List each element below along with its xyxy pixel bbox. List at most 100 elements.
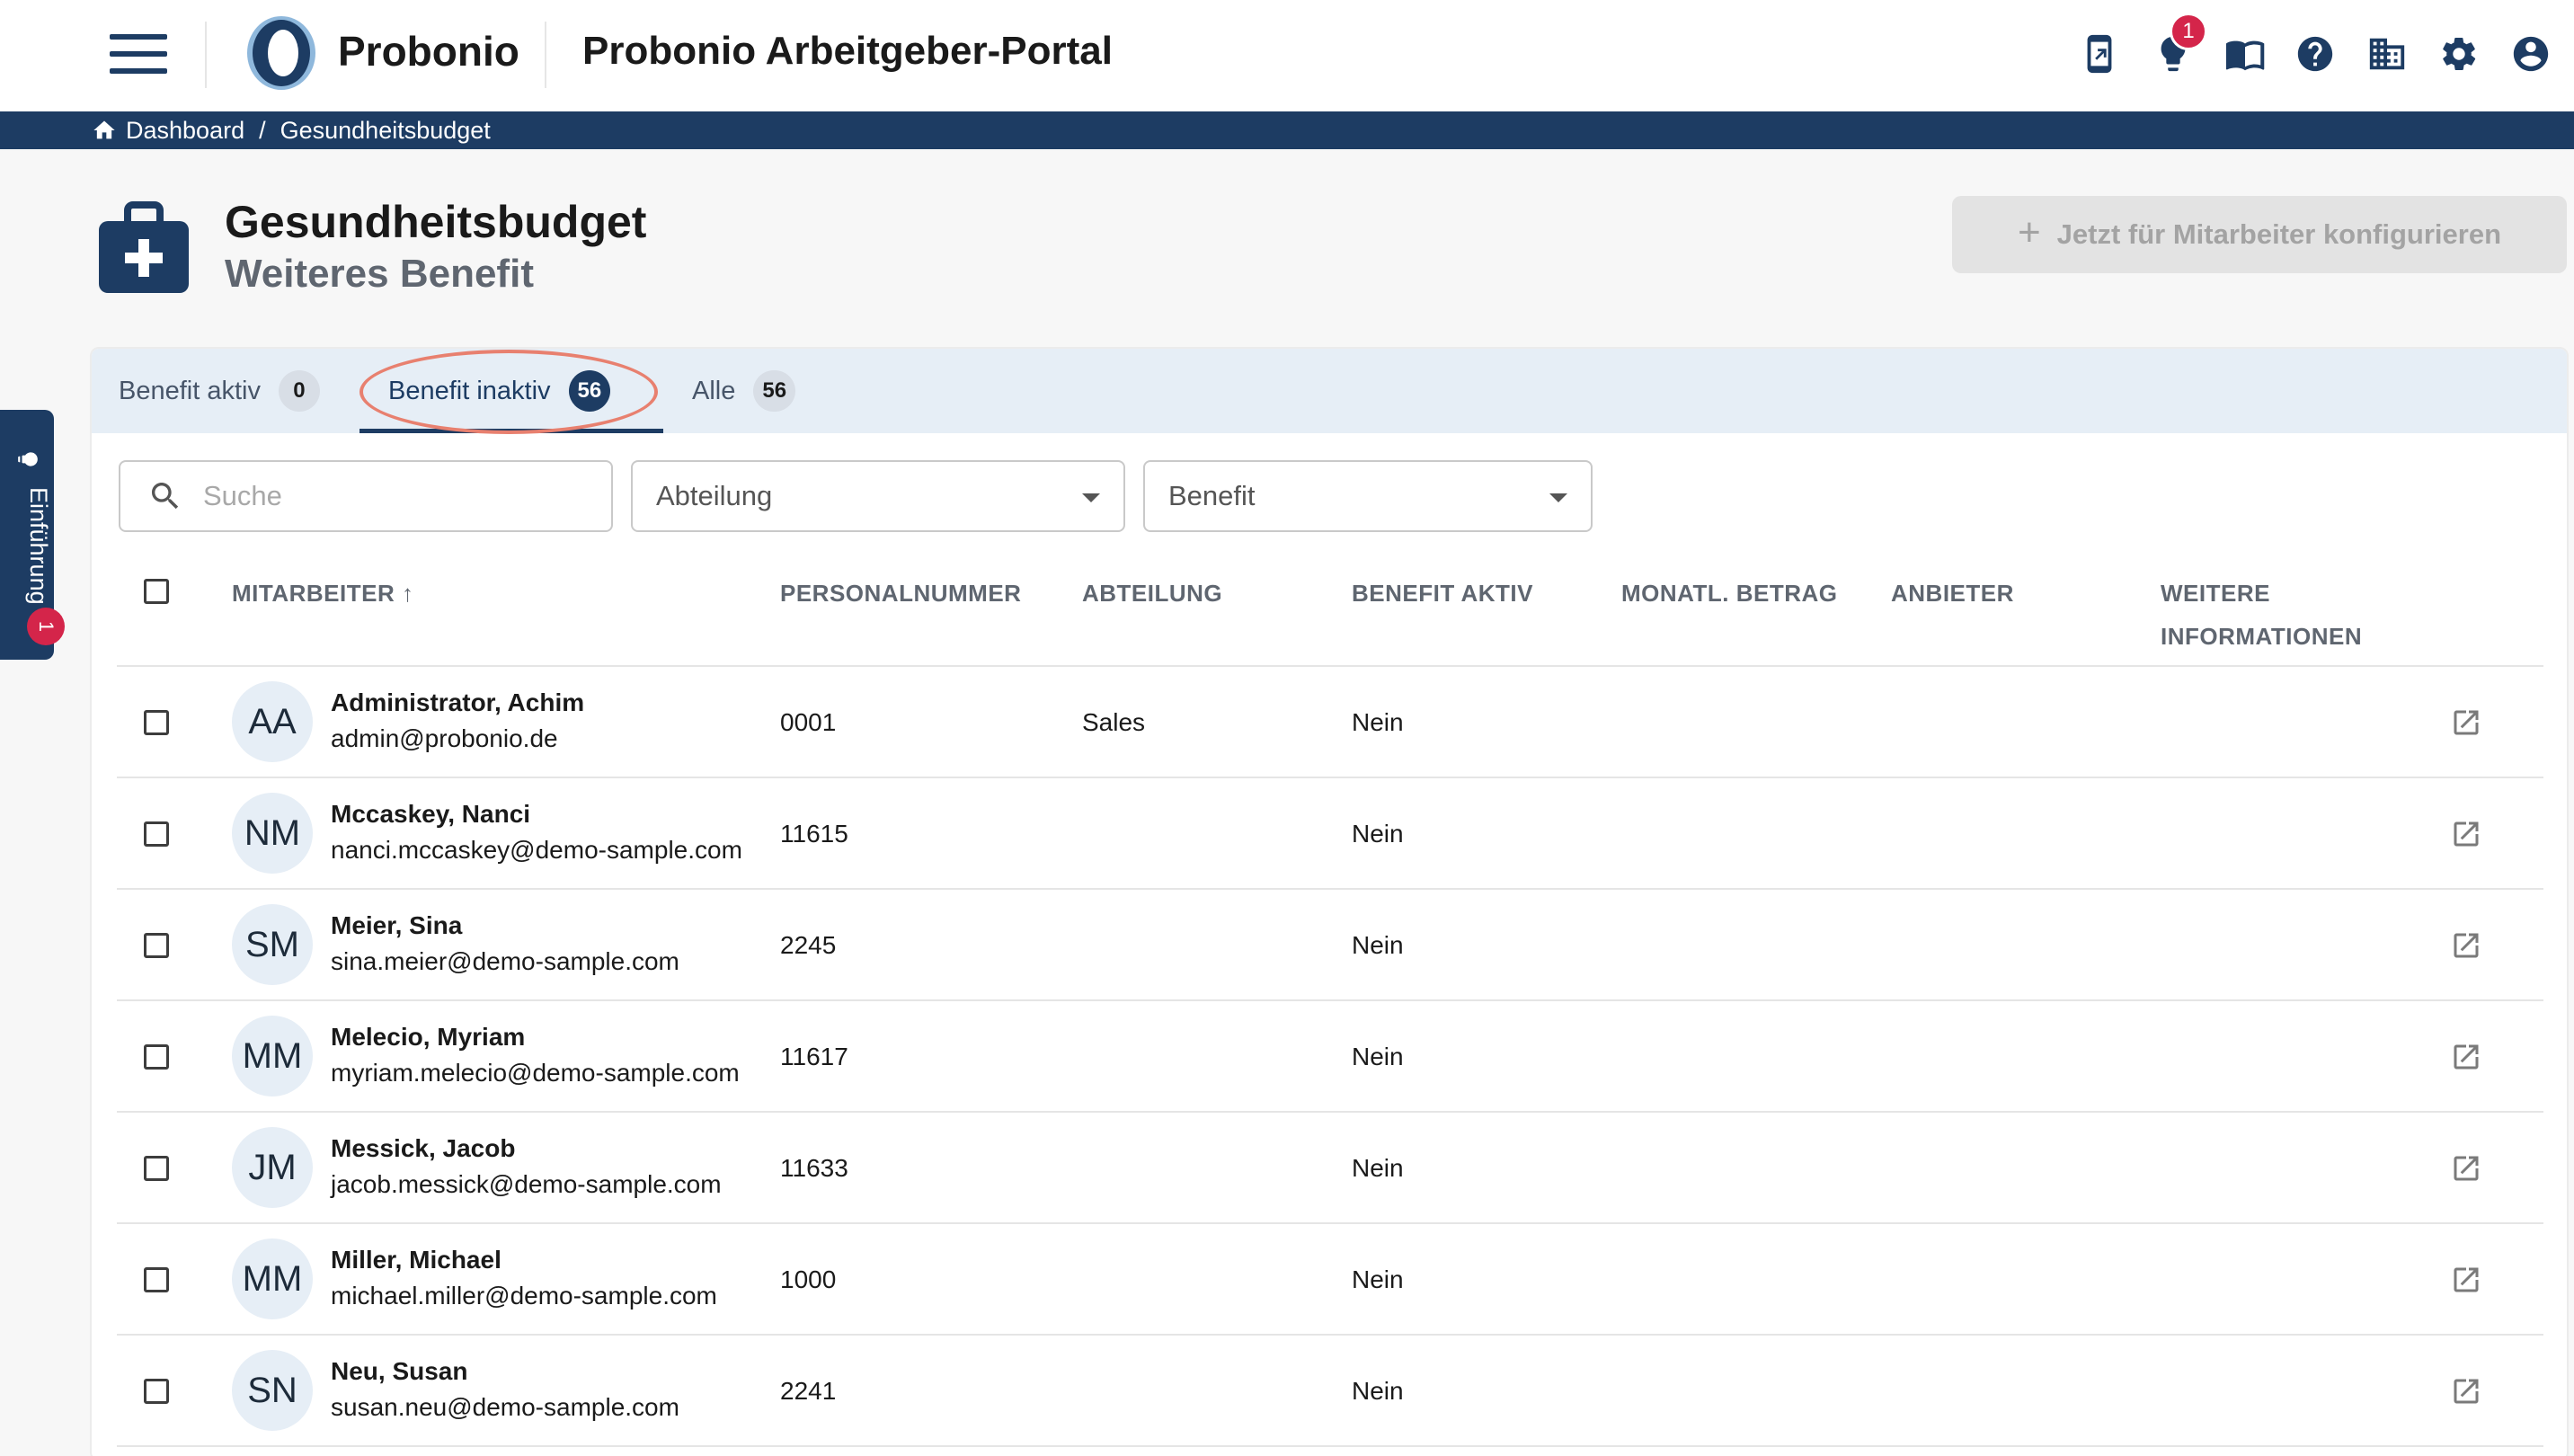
column-header-employee[interactable]: MITARBEITER ↑ xyxy=(232,572,413,615)
chevron-down-icon xyxy=(1549,493,1567,502)
column-header-benefit-active[interactable]: BENEFIT AKTIV xyxy=(1352,572,1533,615)
portal-title: Probonio Arbeitgeber-Portal xyxy=(582,29,1113,73)
row-divider xyxy=(117,1445,2543,1447)
column-header-department[interactable]: ABTEILUNG xyxy=(1082,572,1222,615)
department-select[interactable]: Abteilung xyxy=(631,460,1125,532)
search-field[interactable] xyxy=(119,460,613,532)
open-external-icon[interactable] xyxy=(2450,818,2482,850)
row-checkbox[interactable] xyxy=(144,1267,169,1292)
company-icon[interactable] xyxy=(2362,27,2412,81)
account-icon[interactable] xyxy=(2506,27,2556,81)
open-external-icon[interactable] xyxy=(2450,1375,2482,1407)
personal-number: 11615 xyxy=(780,820,848,848)
notification-badge: 1 xyxy=(2170,13,2207,50)
benefit-active-value: Nein xyxy=(1352,820,1404,848)
open-external-icon[interactable] xyxy=(2450,929,2482,962)
employee-name: Miller, Michael xyxy=(331,1246,501,1274)
table-row[interactable]: SN Neu, Susan susan.neu@demo-sample.com … xyxy=(92,1336,2567,1447)
probonio-logo xyxy=(247,16,315,90)
plus-icon: + xyxy=(2017,210,2041,254)
column-header-personal-number[interactable]: PERSONALNUMMER xyxy=(780,572,1021,615)
row-checkbox[interactable] xyxy=(144,710,169,735)
column-header-monthly-amount[interactable]: MONATL. BETRAG xyxy=(1621,572,1838,615)
tab-bar: Benefit aktiv 0 Benefit inaktiv 56 Alle … xyxy=(92,349,2567,434)
mobile-app-icon[interactable] xyxy=(2074,27,2125,81)
employee-email: jacob.messick@demo-sample.com xyxy=(331,1170,722,1198)
side-tab-label: Einführung xyxy=(25,487,52,605)
tab-benefit-active[interactable]: Benefit aktiv 0 xyxy=(119,349,320,433)
divider xyxy=(205,22,207,88)
benefit-active-value: Nein xyxy=(1352,1043,1404,1070)
benefit-active-value: Nein xyxy=(1352,1154,1404,1182)
configure-for-employees-button[interactable]: + Jetzt für Mitarbeiter konfigurieren xyxy=(1952,196,2567,273)
tab-all[interactable]: Alle 56 xyxy=(692,349,796,433)
menu-icon[interactable] xyxy=(110,34,167,74)
tab-count-badge: 56 xyxy=(568,370,611,412)
personal-number: 2245 xyxy=(780,931,837,959)
help-icon[interactable] xyxy=(2290,27,2340,81)
table-row[interactable]: SM Meier, Sina sina.meier@demo-sample.co… xyxy=(92,890,2567,1001)
side-tab-badge: 1 xyxy=(27,608,65,645)
table-row[interactable]: NM Mccaskey, Nanci nanci.mccaskey@demo-s… xyxy=(92,778,2567,890)
employee-name: Messick, Jacob xyxy=(331,1134,516,1162)
employee-email: myriam.melecio@demo-sample.com xyxy=(331,1059,740,1087)
settings-icon[interactable] xyxy=(2434,27,2484,81)
tab-benefit-inactive[interactable]: Benefit inaktiv 56 xyxy=(388,349,611,433)
active-tab-indicator xyxy=(359,429,663,433)
tab-count-badge: 56 xyxy=(753,370,796,412)
row-checkbox[interactable] xyxy=(144,1044,169,1070)
column-header-more-info: WEITERE INFORMATIONEN xyxy=(2161,580,2363,650)
table-row[interactable]: JM Messick, Jacob jacob.messick@demo-sam… xyxy=(92,1113,2567,1224)
row-checkbox[interactable] xyxy=(144,1379,169,1404)
tab-label: Benefit aktiv xyxy=(119,376,261,405)
benefit-active-value: Nein xyxy=(1352,1265,1404,1293)
avatar: MM xyxy=(232,1016,313,1096)
open-external-icon[interactable] xyxy=(2450,1152,2482,1185)
employee-email: admin@probonio.de xyxy=(331,724,558,752)
employee-card: Benefit aktiv 0 Benefit inaktiv 56 Alle … xyxy=(90,347,2569,1456)
introduction-side-tab[interactable]: Einführung 1 xyxy=(0,410,65,660)
benefit-active-value: Nein xyxy=(1352,708,1404,736)
table-row[interactable]: MM Melecio, Myriam myriam.melecio@demo-s… xyxy=(92,1001,2567,1113)
avatar: SN xyxy=(232,1350,313,1431)
personal-number: 0001 xyxy=(780,708,837,736)
avatar: SM xyxy=(232,904,313,985)
table-row[interactable]: AA Administrator, Achim admin@probonio.d… xyxy=(92,667,2567,778)
chevron-down-icon xyxy=(1082,493,1100,502)
medical-kit-icon xyxy=(99,201,189,293)
benefit-select-value: Benefit xyxy=(1168,480,1256,511)
select-all-checkbox[interactable] xyxy=(144,579,169,604)
page-title: Gesundheitsbudget xyxy=(225,197,647,247)
tab-label: Benefit inaktiv xyxy=(388,376,551,405)
open-external-icon[interactable] xyxy=(2450,1041,2482,1073)
employee-email: michael.miller@demo-sample.com xyxy=(331,1282,717,1310)
avatar: MM xyxy=(232,1238,313,1319)
brand-name[interactable]: Probonio xyxy=(338,27,519,75)
book-icon[interactable] xyxy=(2220,27,2270,81)
avatar: JM xyxy=(232,1127,313,1208)
lightbulb-icon xyxy=(18,452,38,466)
lightbulb-icon[interactable]: 1 xyxy=(2148,13,2207,81)
breadcrumb-dashboard-link[interactable]: Dashboard xyxy=(126,117,244,145)
column-header-provider[interactable]: ANBIETER xyxy=(1891,572,2014,615)
open-external-icon[interactable] xyxy=(2450,1264,2482,1296)
row-checkbox[interactable] xyxy=(144,821,169,847)
open-external-icon[interactable] xyxy=(2450,706,2482,739)
benefit-active-value: Nein xyxy=(1352,931,1404,959)
employee-name: Neu, Susan xyxy=(331,1357,468,1385)
tab-label: Alle xyxy=(692,376,736,405)
configure-button-label: Jetzt für Mitarbeiter konfigurieren xyxy=(2056,218,2502,250)
avatar: AA xyxy=(232,681,313,762)
row-checkbox[interactable] xyxy=(144,1156,169,1181)
row-checkbox[interactable] xyxy=(144,933,169,958)
sort-ascending-icon: ↑ xyxy=(401,580,414,607)
divider xyxy=(545,22,546,88)
tab-count-badge: 0 xyxy=(278,370,320,412)
search-icon xyxy=(152,483,179,510)
employee-name: Meier, Sina xyxy=(331,911,463,939)
search-input[interactable] xyxy=(203,480,563,512)
breadcrumb-current: Gesundheitsbudget xyxy=(280,116,491,144)
breadcrumb-separator: / xyxy=(259,116,266,144)
benefit-select[interactable]: Benefit xyxy=(1143,460,1593,532)
table-row[interactable]: MM Miller, Michael michael.miller@demo-s… xyxy=(92,1224,2567,1336)
